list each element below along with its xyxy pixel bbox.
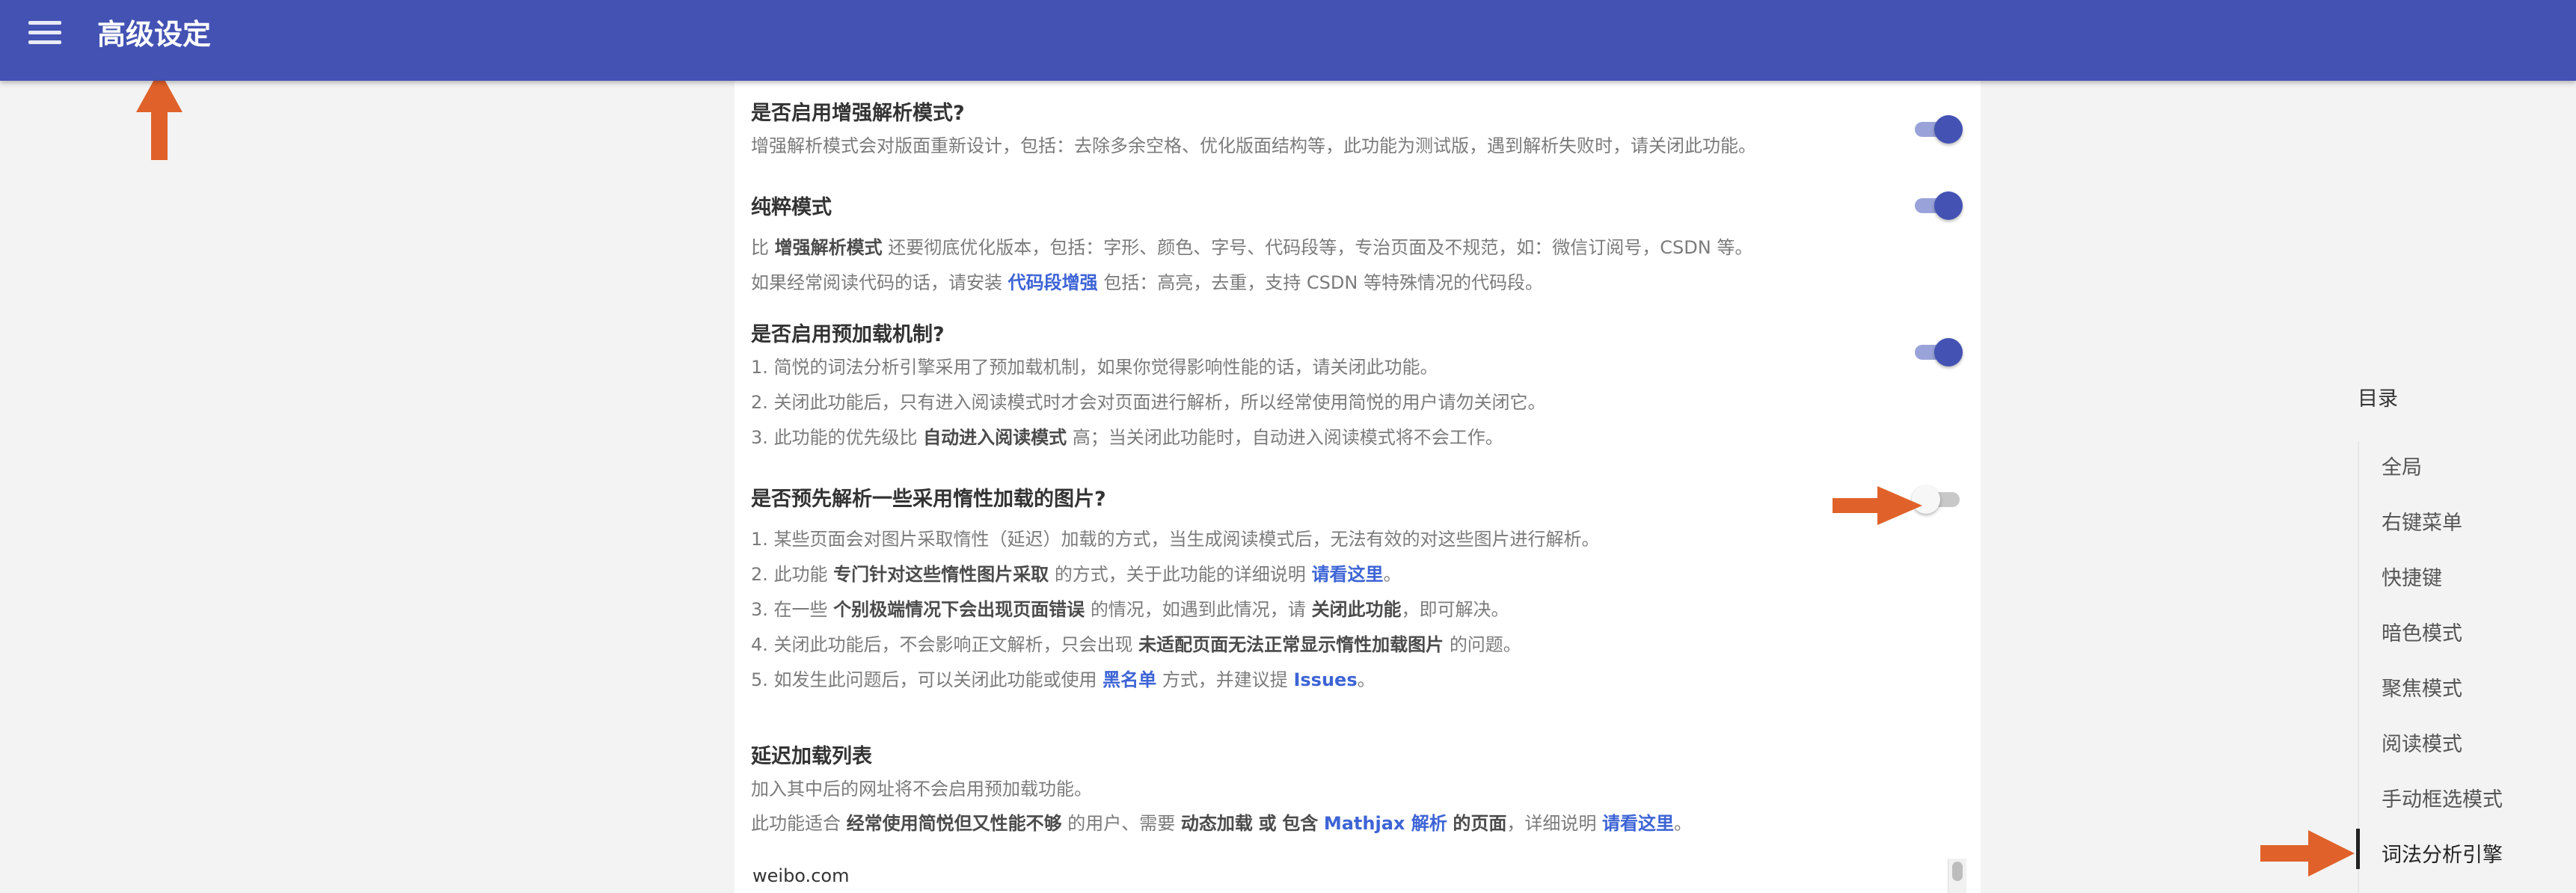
pure-mode-toggle[interactable] — [1912, 188, 1963, 221]
setting-description: 加入其中后的网址将不会启用预加载功能。 — [751, 779, 1092, 800]
setting-description: 增强解析模式会对版面重新设计，包括：去除多余空格、优化版面结构等，此功能为测试版… — [751, 135, 1756, 156]
setting-description: 4. 关闭此功能后，不会影响正文解析，只会出现 未适配页面无法正常显示惰性加载图… — [751, 634, 1521, 655]
toc-item-focus-mode[interactable]: 聚焦模式 — [2382, 675, 2462, 705]
setting-description: 2. 此功能 专门针对这些惰性图片采取 的方式，关于此功能的详细说明 请看这里。 — [751, 564, 1402, 585]
setting-title: 是否启用预加载机制? — [751, 323, 945, 346]
toc-track — [2358, 441, 2359, 893]
setting-description: 此功能适合 经常使用简悦但又性能不够 的用户、需要 动态加载 或 包含 Math… — [751, 813, 1693, 834]
toc-item-context-menu[interactable]: 右键菜单 — [2382, 509, 2462, 538]
annotation-arrow-up-icon — [136, 70, 183, 160]
textarea-scrollbar[interactable] — [1948, 859, 1966, 893]
toc-item-read-mode[interactable]: 阅读模式 — [2382, 730, 2462, 760]
toc-item-lexical-engine[interactable]: 词法分析引擎 — [2382, 841, 2503, 871]
blacklist-link[interactable]: 黑名单 — [1103, 669, 1156, 690]
enhanced-parse-toggle[interactable] — [1912, 112, 1963, 145]
delay-list-textarea[interactable]: weibo.com — [751, 859, 1957, 893]
setting-description: 如果经常阅读代码的话，请安装 代码段增强 包括：高亮，去重，支持 CSDN 等特… — [751, 272, 1543, 293]
setting-pure-mode: 纯粹模式 比 增强解析模式 还要彻底优化版本，包括：字形、颜色、字号、代码段等，… — [751, 193, 1933, 301]
annotation-arrow-right-icon — [1833, 486, 1922, 525]
setting-description: 5. 如发生此问题后，可以关闭此功能或使用 黑名单 方式，并建议提 Issues… — [751, 669, 1376, 690]
setting-lazy-images: 是否预先解析一些采用惰性加载的图片? 1. 某些页面会对图片采取惰性（延迟）加载… — [751, 485, 1933, 698]
toc-active-indicator — [2356, 829, 2360, 869]
setting-description: 比 增强解析模式 还要彻底优化版本，包括：字形、颜色、字号、代码段等，专治页面及… — [751, 237, 1753, 258]
toc-item-dark-mode[interactable]: 暗色模式 — [2382, 619, 2462, 649]
setting-preload: 是否启用预加载机制? 1. 简悦的词法分析引擎采用了预加载机制，如果你觉得影响性… — [751, 320, 1933, 455]
setting-title: 延迟加载列表 — [751, 745, 872, 768]
setting-delay-list: 延迟加载列表 加入其中后的网址将不会启用预加载功能。 此功能适合 经常使用简悦但… — [751, 742, 1933, 841]
code-enhance-link[interactable]: 代码段增强 — [1008, 272, 1098, 293]
toc-item-manual-select-mode[interactable]: 手动框选模式 — [2382, 785, 2503, 815]
toc-heading: 目录 — [2358, 387, 2398, 411]
app-bar: 高级设定 — [0, 0, 2576, 81]
setting-description: 2. 关闭此功能后，只有进入阅读模式时才会对页面进行解析，所以经常使用简悦的用户… — [751, 392, 1546, 413]
setting-title: 纯粹模式 — [751, 196, 832, 219]
toc-item-global[interactable]: 全局 — [2382, 453, 2422, 483]
delay-list-details-link[interactable]: 请看这里 — [1602, 813, 1674, 834]
preload-toggle[interactable] — [1912, 335, 1963, 368]
annotation-arrow-right-icon — [2260, 830, 2355, 877]
setting-description: 3. 此功能的优先级比 自动进入阅读模式 高；当关闭此功能时，自动进入阅读模式将… — [751, 427, 1503, 448]
issues-link[interactable]: Issues — [1293, 669, 1357, 690]
setting-description: 1. 简悦的词法分析引擎采用了预加载机制，如果你觉得影响性能的话，请关闭此功能。 — [751, 357, 1438, 378]
setting-title: 是否预先解析一些采用惰性加载的图片? — [751, 488, 1106, 511]
setting-enhanced-parse: 是否启用增强解析模式? 增强解析模式会对版面重新设计，包括：去除多余空格、优化版… — [751, 99, 1933, 164]
lazy-images-details-link[interactable]: 请看这里 — [1311, 564, 1383, 585]
page-title: 高级设定 — [97, 18, 212, 51]
setting-description: 1. 某些页面会对图片采取惰性（延迟）加载的方式，当生成阅读模式后，无法有效的对… — [751, 529, 1600, 550]
toc-item-shortcuts[interactable]: 快捷键 — [2382, 564, 2442, 594]
settings-panel: 是否启用增强解析模式? 增强解析模式会对版面重新设计，包括：去除多余空格、优化版… — [735, 81, 1981, 893]
setting-title: 是否启用增强解析模式? — [751, 102, 965, 125]
mathjax-link[interactable]: Mathjax 解析 — [1324, 813, 1447, 834]
setting-description: 3. 在一些 个别极端情况下会出现页面错误 的情况，如遇到此情况，请 关闭此功能… — [751, 599, 1509, 620]
hamburger-menu-icon[interactable] — [28, 21, 61, 45]
